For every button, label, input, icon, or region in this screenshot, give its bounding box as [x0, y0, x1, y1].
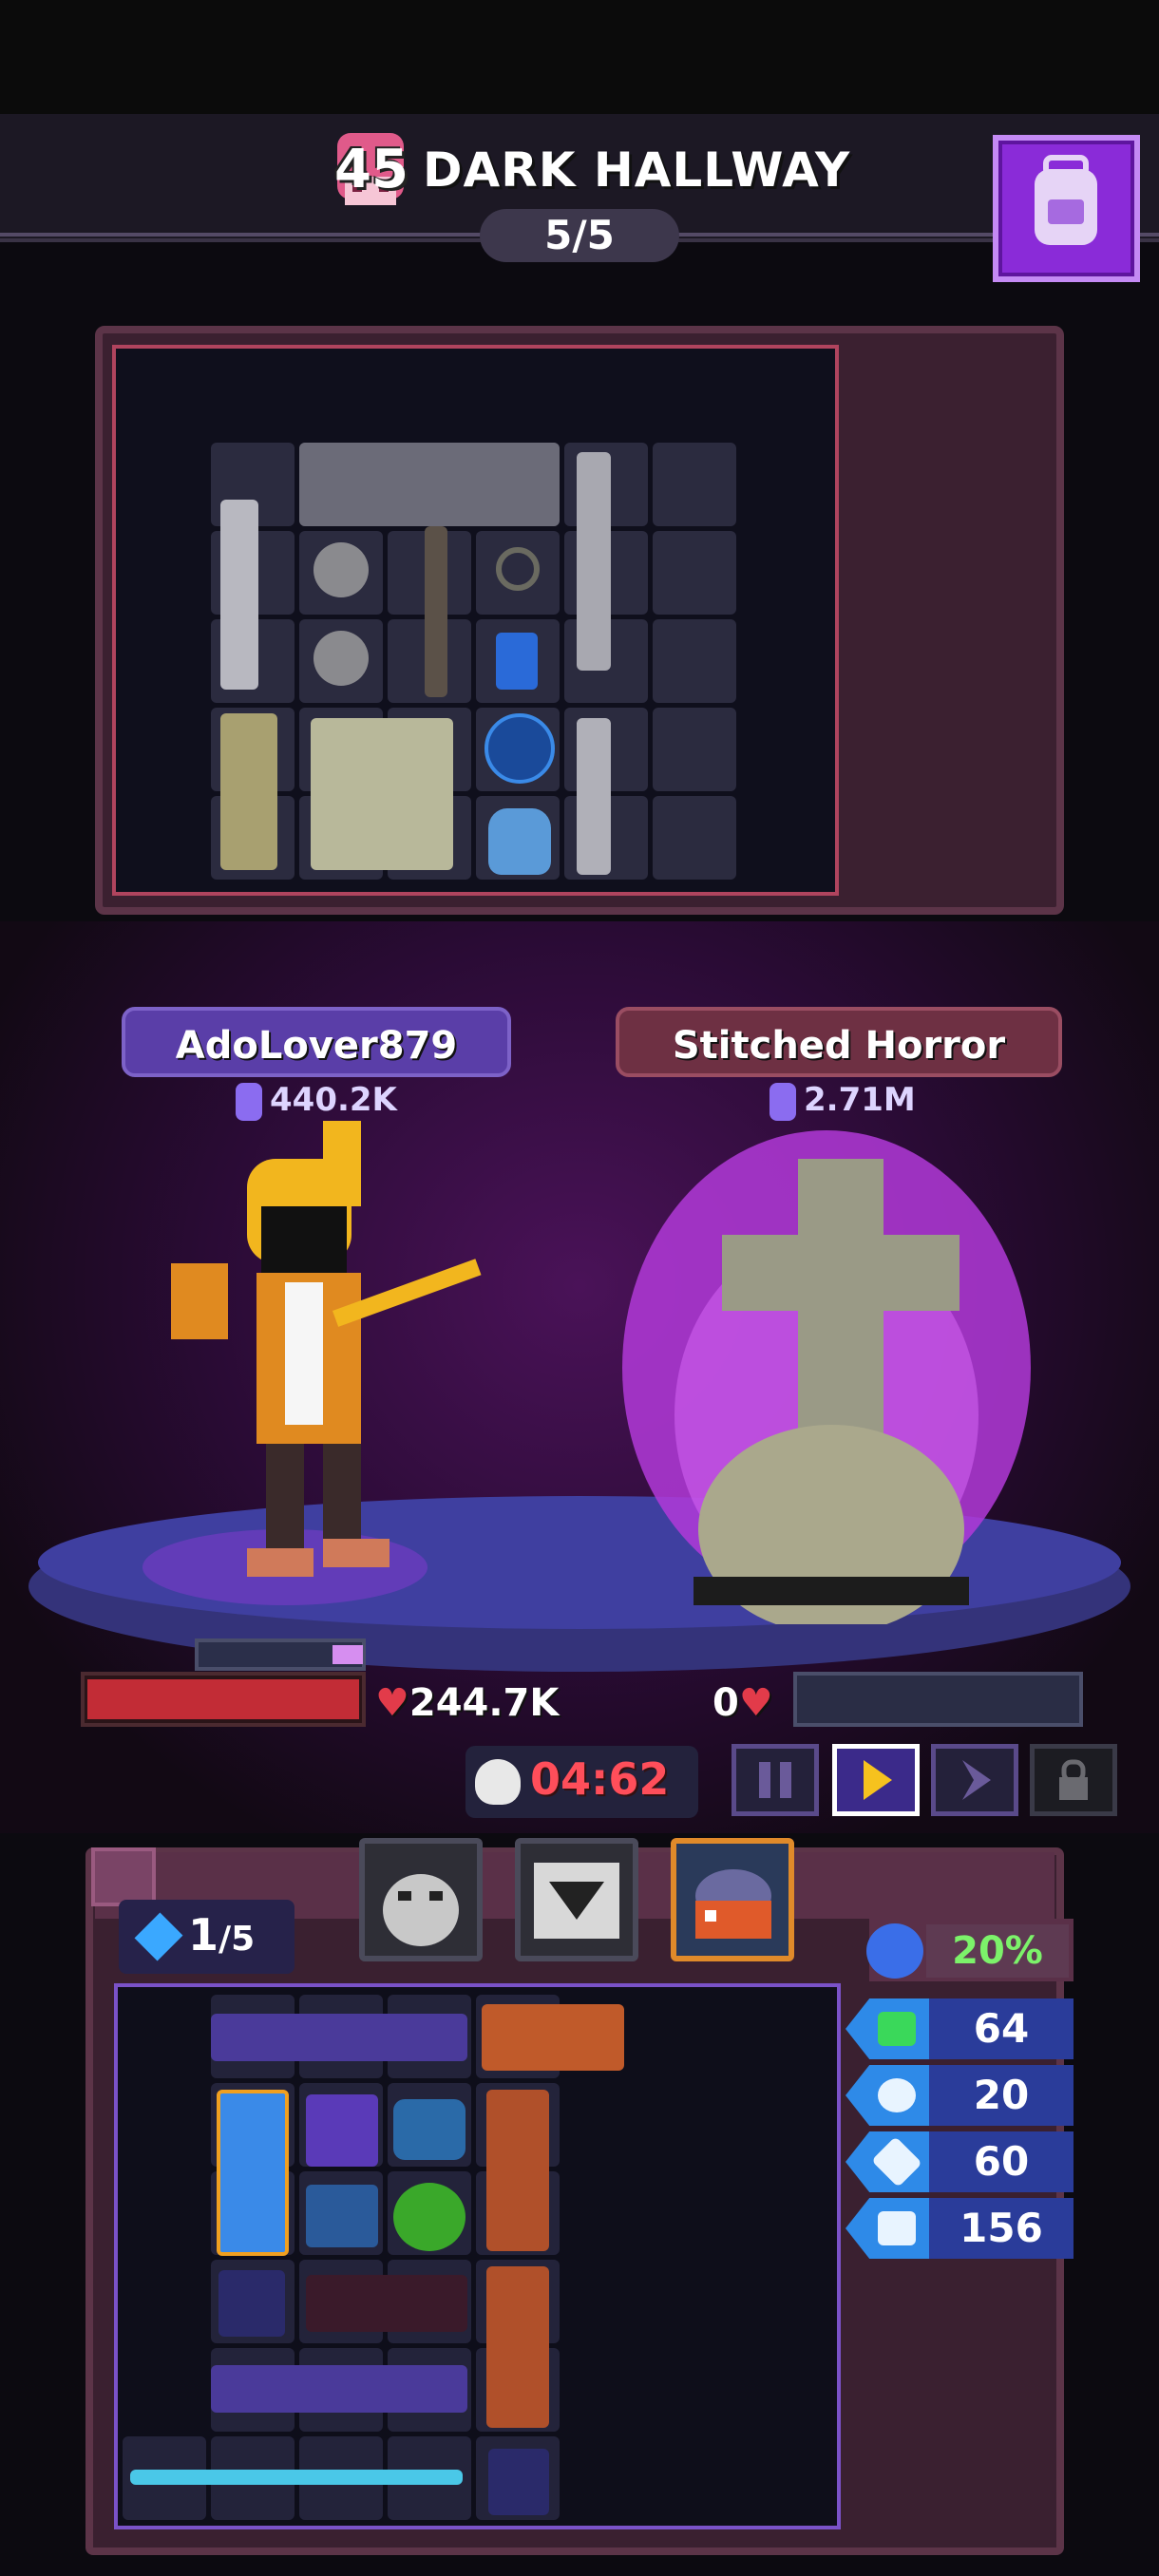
winged-boot-item[interactable]: [486, 2090, 549, 2251]
stat-target-value: 20: [929, 2065, 1074, 2126]
heart-icon: ♥: [738, 1681, 773, 1725]
ghost-cat-icon: [383, 1874, 459, 1946]
lock-button[interactable]: [1030, 1744, 1117, 1816]
bow-item[interactable]: [211, 2014, 467, 2061]
boot-icon: [846, 2198, 931, 2259]
companion-portrait-2[interactable]: [515, 1838, 638, 1961]
dragon-icon: [695, 1869, 771, 1939]
blade-item[interactable]: [577, 452, 611, 671]
blue-charm-item[interactable]: [496, 633, 538, 690]
stat-target: 20: [846, 2065, 1074, 2126]
level-number: 45: [334, 139, 408, 200]
hammer-badge-item[interactable]: [484, 713, 555, 784]
player-power-value: 440.2K: [270, 1081, 397, 1119]
luck-value: 20%: [926, 1924, 1069, 1978]
ring-item[interactable]: [496, 547, 540, 591]
enemy-hp-readout: 0♥: [712, 1681, 773, 1725]
gem-count: 1/5: [188, 1909, 256, 1960]
stat-boot: 156: [846, 2198, 1074, 2259]
skull-icon: [475, 1759, 521, 1805]
sword-power-icon: [236, 1082, 262, 1121]
player-hp-value: 244.7K: [408, 1681, 560, 1725]
player-character: [142, 1121, 482, 1605]
status-bar: [0, 0, 1159, 114]
pause-button[interactable]: [732, 1744, 819, 1816]
backpack-button[interactable]: [993, 135, 1140, 282]
stat-crit-value: 60: [929, 2131, 1074, 2192]
enemy-power-value: 2.71M: [804, 1081, 916, 1119]
glove-item[interactable]: [220, 713, 277, 870]
stat-crit: 60: [846, 2131, 1074, 2192]
area-title: DARK HALLWAY: [423, 142, 851, 198]
dark-feather-item[interactable]: [488, 2449, 549, 2515]
enemy-hp-bar: [793, 1672, 1083, 1727]
blade-item[interactable]: [577, 718, 611, 875]
green-potion-item[interactable]: [393, 2183, 466, 2251]
companion-portrait-3[interactable]: [671, 1838, 794, 1961]
arrow-item[interactable]: [130, 2470, 463, 2485]
backpack-icon: [1035, 155, 1097, 245]
fast-forward-button[interactable]: [931, 1744, 1018, 1816]
stat-speed-value: 64: [929, 1998, 1074, 2059]
crit-icon: [846, 2131, 931, 2192]
hammer-item[interactable]: [299, 443, 560, 526]
play-icon: [864, 1760, 892, 1800]
armor-item[interactable]: [311, 718, 453, 870]
player-hp-fill: [87, 1679, 359, 1719]
stat-speed: 64: [846, 1998, 1074, 2059]
target-icon: [846, 2065, 931, 2126]
stone-item[interactable]: [314, 542, 369, 597]
hammer-handle-item[interactable]: [425, 526, 447, 697]
player-power: 440.2K: [236, 1081, 397, 1121]
fast-forward-icon: [962, 1760, 991, 1800]
heart-icon: ♥: [375, 1681, 409, 1725]
bat-mask-icon: [534, 1863, 619, 1939]
speed-icon: [846, 1998, 931, 2059]
enemy-character: [622, 1130, 1031, 1624]
battle-timer: 04:62: [530, 1753, 670, 1805]
shell-item[interactable]: [393, 2099, 466, 2160]
enemy-hp-value: 0: [712, 1681, 739, 1725]
play-button[interactable]: [832, 1744, 920, 1816]
lock-icon: [1059, 1759, 1088, 1800]
player-nameplate: AdoLover879: [122, 1007, 511, 1077]
blade-item[interactable]: [220, 500, 258, 690]
dark-bow-item[interactable]: [306, 2275, 467, 2332]
winged-boot-item[interactable]: [486, 2266, 549, 2428]
pause-icon: [759, 1762, 791, 1798]
bow-item[interactable]: [211, 2365, 467, 2413]
player-hp-readout: ♥244.7K: [375, 1681, 559, 1725]
companion-portrait-1[interactable]: [359, 1838, 483, 1961]
sword-power-icon: [770, 1082, 796, 1121]
player-shield-fill: [332, 1645, 363, 1664]
scroll-item[interactable]: [306, 2185, 378, 2247]
magic-star-item[interactable]: [306, 2094, 378, 2167]
enemy-power: 2.71M: [770, 1081, 916, 1121]
clover-icon: [866, 1923, 923, 1979]
enemy-nameplate: Stitched Horror: [616, 1007, 1062, 1077]
stat-boot-value: 156: [929, 2198, 1074, 2259]
stone-item[interactable]: [314, 631, 369, 686]
potion-item[interactable]: [488, 808, 551, 875]
wave-counter: 5/5: [480, 209, 679, 262]
winged-boot-item[interactable]: [482, 2004, 624, 2071]
crystal-shield-item[interactable]: [217, 2090, 289, 2256]
menu-icon[interactable]: [91, 1847, 156, 1906]
dark-feather-item[interactable]: [218, 2270, 285, 2337]
